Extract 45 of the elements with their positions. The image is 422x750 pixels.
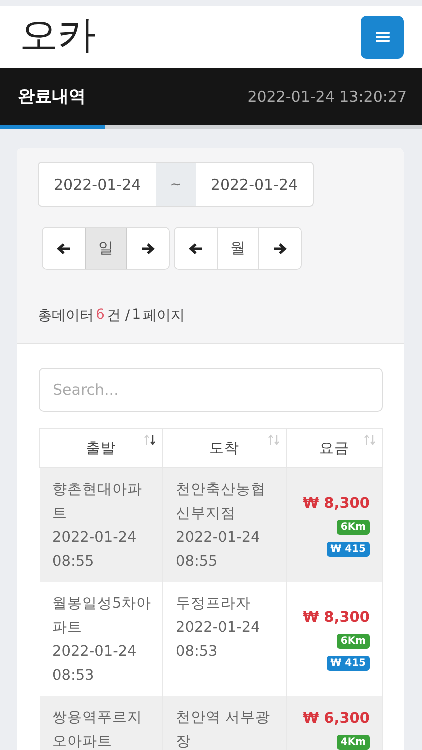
departure-place: 월봉일성5차아파트	[52, 595, 152, 638]
departure-time: 2022-01-24	[52, 643, 138, 662]
arrival-time: 08:53	[176, 643, 219, 662]
fare-amount: ₩ 6,300	[302, 710, 370, 729]
menu-button[interactable]	[361, 16, 404, 58]
menu-icon	[374, 30, 390, 44]
arrival-time: 08:55	[176, 553, 219, 572]
search-field[interactable]: Search...	[39, 368, 383, 412]
summary-label: 총데이터	[38, 307, 94, 325]
column-header[interactable]: 요금	[286, 428, 382, 468]
column-label: 요금	[320, 440, 350, 456]
right-arrow-icon	[273, 242, 287, 254]
fare-amount: ₩ 8,300	[302, 609, 370, 628]
departure-place: 쌍용역푸르지오아파트	[52, 709, 144, 750]
departure-place: 향촌현대아파트	[52, 481, 144, 524]
column-header[interactable]: 도착	[162, 428, 286, 468]
page-title: 완료내역	[18, 86, 86, 108]
arrival-place: 천안축산농협 신부지점	[176, 481, 267, 524]
left-arrow-icon	[57, 242, 71, 254]
left-arrow-icon	[189, 242, 203, 254]
unit-button[interactable]: 일	[85, 228, 127, 269]
column-label: 도착	[210, 440, 240, 456]
arrival-place: 두정프라자	[176, 595, 252, 614]
unit-button[interactable]: 월	[217, 228, 259, 269]
fare-amount: ₩ 8,300	[302, 495, 370, 514]
departure-time: 08:53	[52, 667, 96, 686]
fee-badge: ₩ 415	[326, 542, 370, 557]
distance-badge: 6Km	[336, 634, 370, 649]
departure-time: 08:55	[52, 553, 96, 572]
arrival-place: 천안역 서부광장	[176, 709, 272, 750]
arrival-time: 2022-01-24	[176, 619, 262, 638]
current-datetime: 2022-01-24 13:20:27	[248, 88, 407, 106]
departure-time: 2022-01-24	[52, 529, 138, 548]
distance-badge: 6Km	[336, 520, 370, 535]
data-count: 6	[96, 307, 105, 325]
right-arrow-icon	[141, 242, 155, 254]
page-count: 1	[132, 307, 142, 325]
page-label: 페이지	[143, 307, 186, 325]
column-header[interactable]: 출발	[40, 428, 162, 468]
logo-text: 오카	[20, 12, 96, 58]
column-label: 출발	[86, 440, 116, 456]
arrival-time: 2022-01-24	[176, 529, 262, 548]
fee-badge: ₩ 415	[326, 656, 370, 671]
count-unit: 건 /	[106, 307, 130, 325]
distance-badge: 4Km	[336, 735, 370, 750]
